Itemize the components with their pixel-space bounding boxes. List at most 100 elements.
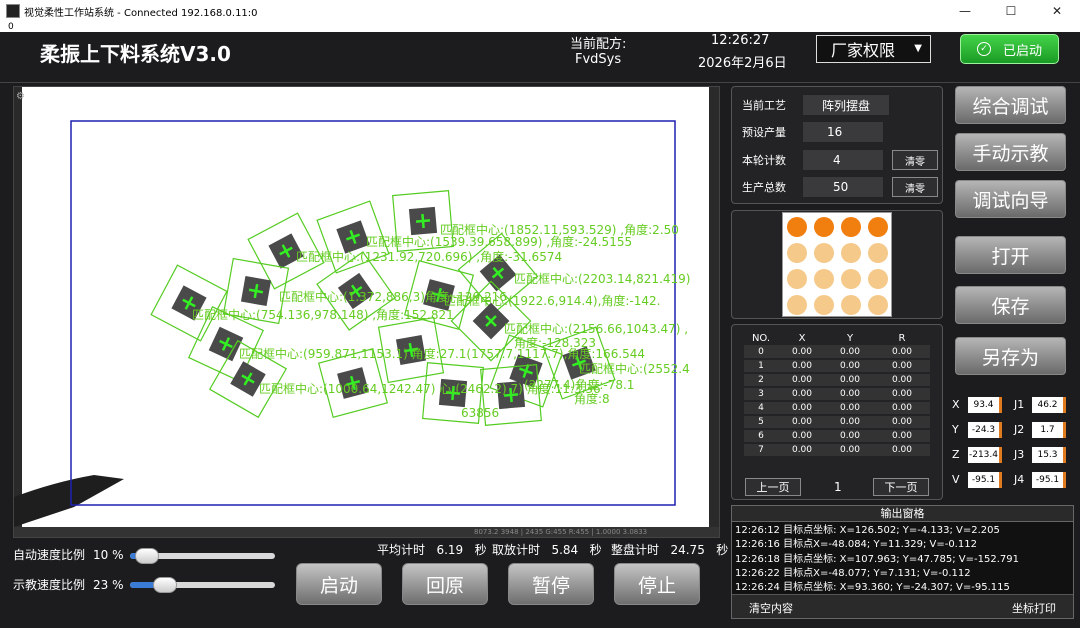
tray-slot-empty [814, 269, 834, 289]
permission-value: 厂家权限 [831, 41, 896, 60]
pick-timer: 取放计时 5.84 秒 [492, 541, 602, 558]
close-button[interactable]: ✕ [1034, 4, 1080, 18]
app-header: 柔振上下料系统V3.0 当前配方: FvdSys 12:26:27 2026年2… [0, 32, 1080, 82]
col-x: X [798, 332, 806, 344]
table-row[interactable]: 3 0.00 0.00 0.00 [744, 387, 930, 402]
points-table: NO. X Y R 0 0.00 0.00 0.00 1 0.00 0.00 0.00 2 0.0… [744, 331, 930, 458]
table-row[interactable]: 5 0.00 0.00 0.00 [744, 415, 930, 430]
match-label: 匹配框中心:(1539.39,658.899) ,角度:-24.5155 [366, 234, 632, 249]
next-page-button[interactable]: 下一页 [873, 478, 929, 496]
process-value: 阵列摆盘 [802, 94, 890, 116]
maximize-button[interactable]: ☐ [988, 4, 1034, 18]
match-label: 匹配框中心:(959.871,1153.1) 角度:27.1(1757.7,11… [239, 346, 645, 361]
comprehensive-debug-button[interactable]: 综合调试 [955, 86, 1066, 124]
table-cell: 0.00 [874, 415, 930, 430]
sub-status: 0 [0, 22, 1080, 32]
auto-speed-slider[interactable] [130, 548, 275, 564]
home-button[interactable]: 回原 [402, 563, 488, 605]
table-row[interactable]: 4 0.00 0.00 0.00 [744, 401, 930, 416]
tray-slot-empty [868, 269, 888, 289]
match-label: 匹配框中心:(2552.4 [579, 361, 690, 376]
table-cell: 0 [744, 345, 778, 360]
coord-label-z: Z [952, 448, 960, 461]
clear-round-button[interactable]: 清零 [892, 150, 938, 170]
table-cell: 0.00 [778, 359, 826, 374]
table-cell: 0.00 [874, 359, 930, 374]
production-info-panel: 当前工艺 阵列摆盘 预设产量 16 本轮计数 4 清零 生产总数 50 清零 [731, 86, 943, 204]
table-cell: 0.00 [778, 415, 826, 430]
table-cell: 0.00 [874, 429, 930, 444]
total-label: 生产总数 [742, 181, 786, 194]
table-cell: 0.00 [826, 443, 874, 458]
coord-label-j2: J2 [1014, 423, 1025, 436]
coord-label-j1: J1 [1014, 398, 1025, 411]
table-cell: 0.00 [778, 373, 826, 388]
auto-speed-handle[interactable] [134, 548, 159, 564]
tray-slot-empty [787, 243, 807, 263]
table-cell: 4 [744, 401, 778, 416]
table-cell: 0.00 [826, 429, 874, 444]
table-cell: 0.00 [826, 373, 874, 388]
recipe-value: FvdSys [575, 52, 622, 67]
teach-speed-handle[interactable] [153, 577, 178, 593]
table-cell: 0.00 [778, 387, 826, 402]
start-button[interactable]: 启动 [296, 563, 382, 605]
recipe-label: 当前配方: [570, 37, 627, 52]
manual-teach-button[interactable]: 手动示教 [955, 133, 1066, 171]
pause-button[interactable]: 暂停 [508, 563, 594, 605]
table-cell: 0.00 [874, 443, 930, 458]
window-titlebar: 视觉柔性工作站系统 - Connected 192.168.0.11:0 — ☐… [0, 0, 1080, 22]
match-label: 角度:8 [574, 391, 610, 406]
tray-timer-unit: 秒 [716, 543, 729, 557]
output-actions: 清空内容 坐标打印 [732, 594, 1073, 618]
output-title: 输出窗格 [732, 506, 1073, 522]
stop-button[interactable]: 停止 [614, 563, 700, 605]
process-row: 当前工艺 阵列摆盘 [742, 94, 890, 116]
table-row[interactable]: 1 0.00 0.00 0.00 [744, 359, 930, 374]
minimize-button[interactable]: — [942, 4, 988, 18]
table-cell: 7 [744, 443, 778, 458]
preset-label: 预设产量 [742, 126, 786, 139]
preset-value[interactable]: 16 [802, 121, 884, 143]
table-header-row: NO. X Y R [744, 331, 930, 345]
tray-slot-filled [868, 217, 888, 237]
avg-timer: 平均计时 6.19 秒 [377, 541, 487, 558]
teach-speed-slider[interactable] [130, 577, 275, 593]
window-title: 视觉柔性工作站系统 - Connected 192.168.0.11:0 [24, 7, 258, 19]
tray-timer-value: 24.75 [670, 543, 705, 557]
round-count-value: 4 [802, 149, 884, 171]
tray-slot-empty [787, 269, 807, 289]
coord-value-j3: 15.3 [1032, 447, 1066, 463]
camera-view[interactable]: ⚙ 匹配框中心:(1852.11,593.529) ,角度:2.50 匹配框中心:… [13, 86, 720, 538]
output-pane: 输出窗格 12:26:12 目标点坐标: X=126.502; Y=-4.133… [731, 505, 1074, 619]
table-cell: 0.00 [826, 415, 874, 430]
pick-timer-unit: 秒 [589, 543, 602, 557]
running-status-button[interactable]: ✓ 已启动 [960, 34, 1059, 64]
total-value: 50 [802, 176, 884, 198]
clear-total-button[interactable]: 清零 [892, 177, 938, 197]
match-label: 匹配框中心:(1231.92,720.696) ,角度:-31.6574 [296, 249, 562, 264]
table-row[interactable]: 7 0.00 0.00 0.00 [744, 443, 930, 458]
save-button[interactable]: 保存 [955, 286, 1066, 324]
print-coords-button[interactable]: 坐标打印 [1012, 600, 1056, 616]
vision-overlay: 匹配框中心:(1852.11,593.529) ,角度:2.50匹配框中心:(1… [14, 120, 690, 527]
prev-page-button[interactable]: 上一页 [745, 478, 801, 496]
clear-output-button[interactable]: 清空内容 [749, 600, 793, 616]
coord-value-z: -213.4 [968, 447, 1002, 463]
table-cell: 0.00 [778, 401, 826, 416]
coord-value-j4: -95.1 [1032, 472, 1066, 488]
permission-select[interactable]: 厂家权限 ▼ [816, 35, 931, 63]
teach-speed-label: 示教速度比例 [13, 578, 86, 592]
tray-slot-empty [787, 295, 807, 315]
match-label: 匹配框中心:(2156.66,1043.47) , [504, 321, 688, 336]
debug-wizard-button[interactable]: 调试向导 [955, 180, 1066, 218]
coord-value-y: -24.3 [968, 422, 1002, 438]
table-row[interactable]: 6 0.00 0.00 0.00 [744, 429, 930, 444]
table-cell: 5 [744, 415, 778, 430]
table-cell: 0.00 [826, 401, 874, 416]
save-as-button[interactable]: 另存为 [955, 337, 1066, 375]
table-row[interactable]: 2 0.00 0.00 0.00 [744, 373, 930, 388]
open-button[interactable]: 打开 [955, 236, 1066, 274]
table-cell: 2 [744, 373, 778, 388]
table-row[interactable]: 0 0.00 0.00 0.00 [744, 345, 930, 360]
